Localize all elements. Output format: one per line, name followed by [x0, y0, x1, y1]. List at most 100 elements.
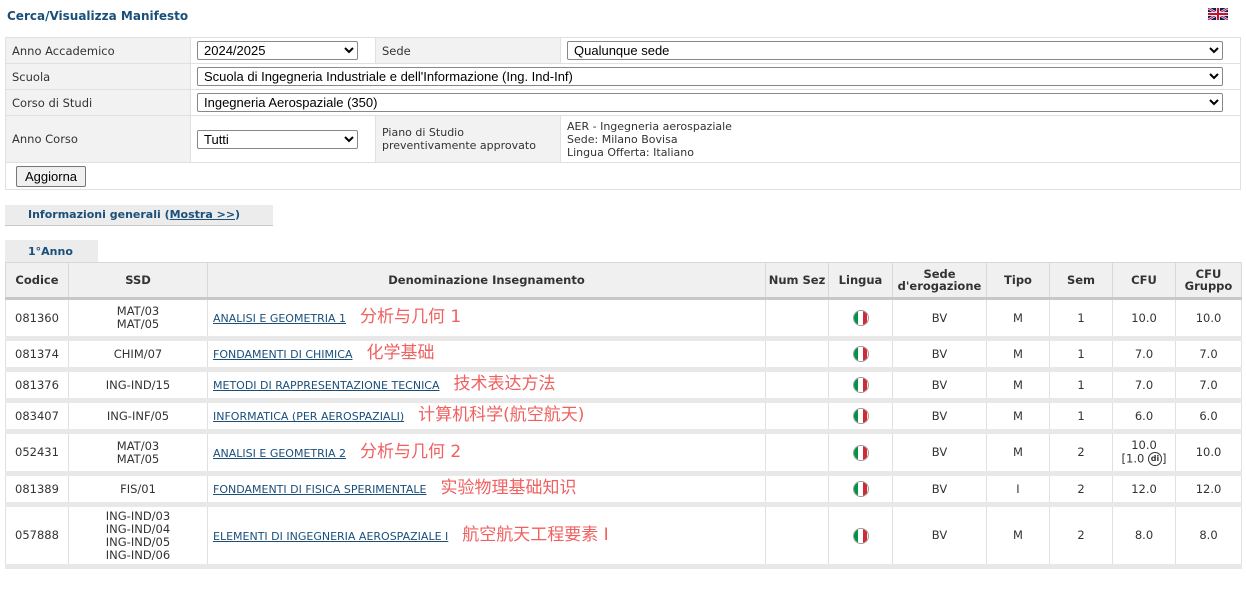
- sede-cell: BV: [892, 473, 987, 507]
- piano-label: Piano di Studio preventivamente approvat…: [375, 115, 561, 163]
- lingua-cell: [828, 298, 893, 341]
- anno-accademico-select[interactable]: 2024/2025: [197, 41, 358, 60]
- cfu-cell: 7.0: [1112, 369, 1176, 403]
- scuola-label: Scuola: [5, 63, 191, 90]
- cfu-cell: 12.0: [1112, 473, 1176, 507]
- course-link[interactable]: METODI DI RAPPRESENTAZIONE TECNICA: [213, 379, 440, 392]
- lingua-cell: [828, 473, 893, 507]
- tipo-cell: M: [986, 369, 1050, 403]
- lingua-cell: [828, 338, 893, 372]
- denominazione-cell: FONDAMENTI DI FISICA SPERIMENTALE 实验物理基础知…: [207, 473, 766, 507]
- cfu-cell: 10.0: [1112, 298, 1176, 341]
- tab-1-anno[interactable]: 1°Anno: [5, 240, 98, 262]
- col-cfu[interactable]: CFU: [1112, 262, 1176, 300]
- col-sem[interactable]: Sem: [1049, 262, 1113, 300]
- cfu-gruppo-cell: 12.0: [1175, 473, 1242, 507]
- codice-cell: 081389: [5, 473, 69, 507]
- piano-line: Sede: Milano Bovisa: [567, 132, 678, 146]
- tipo-cell: M: [986, 504, 1050, 569]
- sem-cell: 2: [1049, 431, 1113, 476]
- table-row: 052431 MAT/03 MAT/05 ANALISI E GEOMETRIA 2 分…: [5, 431, 1242, 476]
- cfu-gruppo-cell: 10.0: [1175, 298, 1242, 341]
- col-cfu-gruppo[interactable]: CFU Gruppo: [1175, 262, 1242, 300]
- tipo-cell: M: [986, 338, 1050, 372]
- cfu-cell: 10.0 [1.0 di]: [1112, 431, 1176, 476]
- ssd-value: ING-IND/03: [105, 508, 171, 523]
- ssd-value: CHIM/07: [113, 346, 163, 361]
- ssd-cell: FIS/01: [68, 473, 208, 507]
- ssd-cell: MAT/03 MAT/05: [68, 431, 208, 476]
- col-num-sez[interactable]: Num Sez: [765, 262, 829, 300]
- piano-line: Lingua Offerta: Italiano: [567, 145, 694, 159]
- info-generali-tab: Informazioni generali (Mostra >>): [5, 205, 273, 226]
- table-row: 081360 MAT/03 MAT/05 ANALISI E GEOMETRIA 1 分…: [5, 298, 1242, 341]
- cfu-cell: 7.0: [1112, 338, 1176, 372]
- sede-cell: BV: [892, 400, 987, 434]
- table-row: 081389 FIS/01 FONDAMENTI DI FISICA SPERIME…: [5, 473, 1242, 507]
- ssd-value: ING-IND/15: [105, 377, 171, 392]
- col-denominazione[interactable]: Denominazione Insegnamento: [207, 262, 766, 300]
- col-tipo[interactable]: Tipo: [986, 262, 1050, 300]
- course-link[interactable]: ANALISI E GEOMETRIA 1: [213, 312, 346, 325]
- cfu-cell: 6.0: [1112, 400, 1176, 434]
- sem-cell: 2: [1049, 504, 1113, 569]
- ssd-cell: ING-INF/05: [68, 400, 208, 434]
- cfu-gruppo-cell: 8.0: [1175, 504, 1242, 569]
- tipo-cell: M: [986, 400, 1050, 434]
- num-sez-cell: [765, 298, 829, 341]
- anno-corso-select[interactable]: Tutti: [197, 129, 358, 149]
- courses-table: Codice SSD Denominazione Insegnamento Nu…: [5, 262, 1242, 569]
- num-sez-cell: [765, 369, 829, 403]
- sede-select[interactable]: Qualunque sede: [567, 41, 1223, 60]
- col-lingua[interactable]: Lingua: [828, 262, 893, 300]
- search-form: Anno Accademico 2024/2025 Sede Qualunque…: [5, 37, 1241, 190]
- num-sez-cell: [765, 400, 829, 434]
- ssd-cell: CHIM/07: [68, 338, 208, 372]
- sem-cell: 1: [1049, 298, 1113, 341]
- aggiorna-button[interactable]: Aggiorna: [16, 165, 87, 187]
- course-link[interactable]: FONDAMENTI DI FISICA SPERIMENTALE: [213, 483, 426, 496]
- denominazione-cell: ELEMENTI DI INGEGNERIA AEROSPAZIALE I 航空航…: [207, 504, 766, 569]
- ssd-value: ING-IND/05: [105, 534, 171, 549]
- chinese-annotation: 计算机科学(航空航天): [418, 405, 585, 425]
- cfu-gruppo-cell: 7.0: [1175, 369, 1242, 403]
- cfu-value: 10.0: [1131, 310, 1157, 325]
- uk-flag-icon[interactable]: [1208, 8, 1228, 20]
- col-sede[interactable]: Sede d'erogazione: [892, 262, 987, 300]
- piano-line: AER - Ingegneria aerospaziale: [567, 119, 732, 133]
- denominazione-cell: FONDAMENTI DI CHIMICA 化学基础: [207, 338, 766, 372]
- info-di-icon[interactable]: di: [1147, 452, 1162, 466]
- ssd-value: MAT/03: [116, 438, 160, 453]
- cfu-value: 7.0: [1134, 346, 1154, 361]
- chinese-annotation: 分析与几何 2: [360, 441, 462, 462]
- course-link[interactable]: ELEMENTI DI INGEGNERIA AEROSPAZIALE I: [213, 530, 448, 543]
- num-sez-cell: [765, 473, 829, 507]
- scuola-select[interactable]: Scuola di Ingegneria Industriale e dell'…: [197, 67, 1223, 86]
- lingua-cell: [828, 369, 893, 403]
- denominazione-cell: ANALISI E GEOMETRIA 2 分析与几何 2: [207, 431, 766, 476]
- course-link[interactable]: FONDAMENTI DI CHIMICA: [213, 348, 353, 361]
- corso-select[interactable]: Ingegneria Aerospaziale (350): [197, 93, 1223, 112]
- chinese-annotation: 化学基础: [366, 343, 435, 363]
- denominazione-cell: INFORMATICA (PER AEROSPAZIALI) 计算机科学(航空航天…: [207, 400, 766, 434]
- ssd-value: FIS/01: [120, 481, 156, 496]
- italian-flag-icon: [852, 481, 869, 497]
- course-link[interactable]: ANALISI E GEOMETRIA 2: [213, 447, 346, 460]
- anno-corso-label: Anno Corso: [5, 115, 191, 163]
- ssd-cell: ING-IND/15: [68, 369, 208, 403]
- sede-cell: BV: [892, 338, 987, 372]
- cfu-gruppo-cell: 6.0: [1175, 400, 1242, 434]
- col-ssd[interactable]: SSD: [68, 262, 208, 300]
- mostra-link[interactable]: Mostra >>: [170, 208, 235, 221]
- tipo-cell: M: [986, 298, 1050, 341]
- codice-cell: 052431: [5, 431, 69, 476]
- italian-flag-icon: [852, 444, 869, 461]
- italian-flag-icon: [852, 408, 869, 424]
- col-codice[interactable]: Codice: [5, 262, 69, 300]
- course-link[interactable]: INFORMATICA (PER AEROSPAZIALI): [213, 410, 404, 423]
- italian-flag-icon: [852, 310, 869, 326]
- ssd-cell: MAT/03 MAT/05: [68, 298, 208, 341]
- tipo-cell: I: [986, 473, 1050, 507]
- chinese-annotation: 实验物理基础知识: [440, 478, 577, 498]
- cfu-gruppo-cell: 10.0: [1175, 431, 1242, 476]
